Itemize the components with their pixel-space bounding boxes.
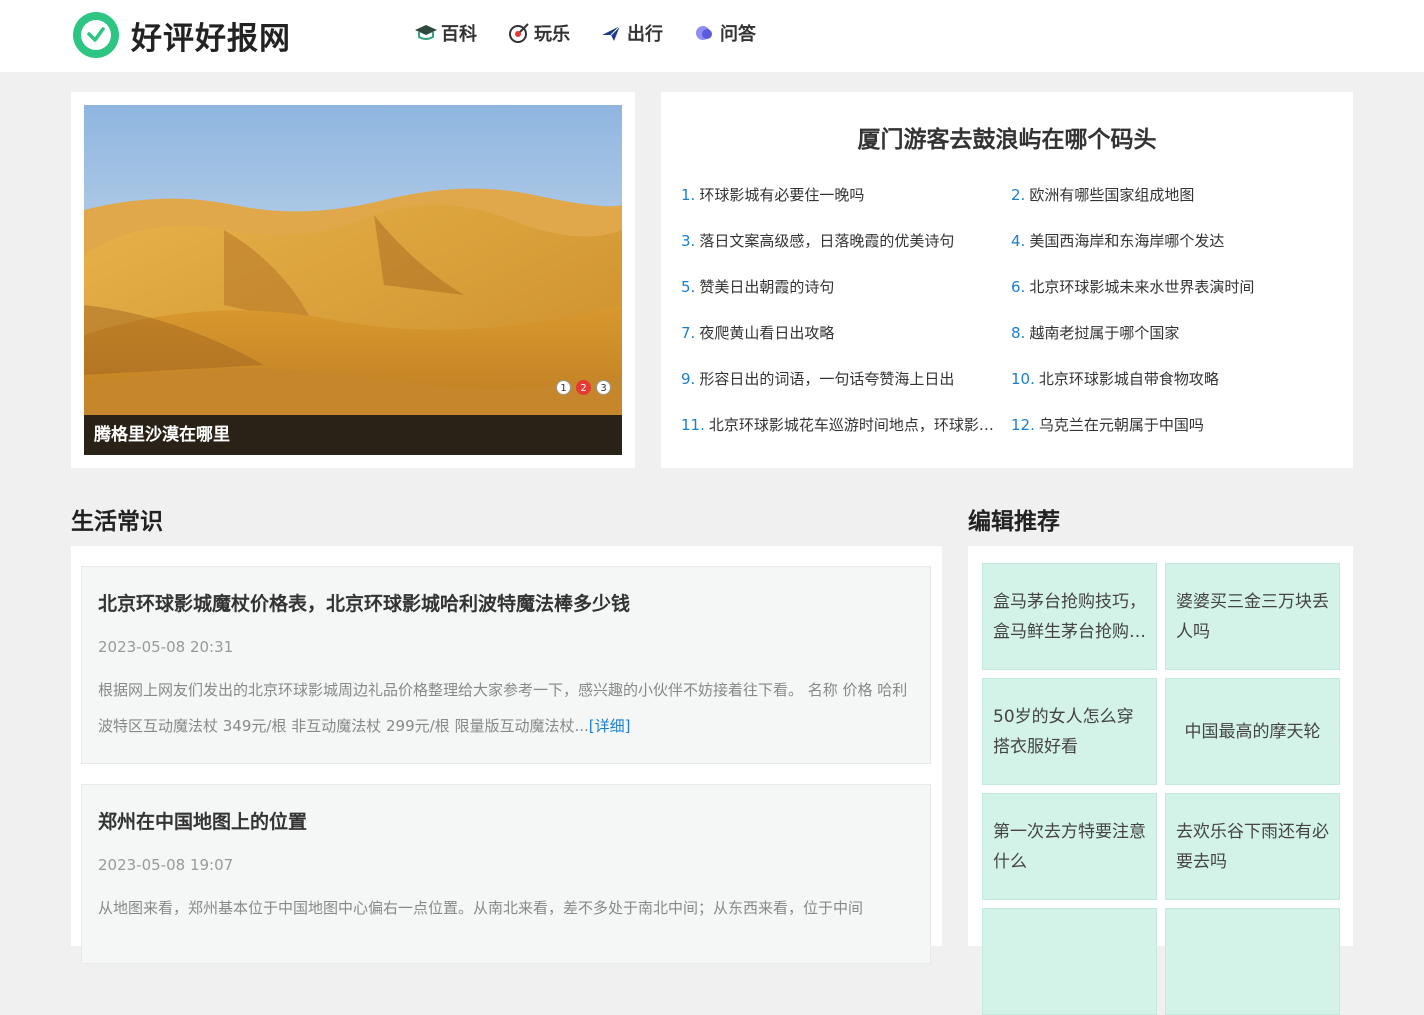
hot-item[interactable]: 7. 夜爬黄山看日出攻略 — [681, 322, 997, 344]
hot-item-number: 11. — [681, 416, 705, 434]
site-name: 好评好报网 — [131, 20, 291, 57]
main-nav: 百科 玩乐 出行 问答 — [414, 20, 786, 46]
recommend-card[interactable]: 第一次去方特要注意什么 — [982, 793, 1157, 900]
article-card: 郑州在中国地图上的位置 2023-05-08 19:07 从地图来看，郑州基本位… — [81, 784, 931, 964]
hot-item-text: 赞美日出朝霞的诗句 — [699, 278, 835, 296]
hot-topics-title[interactable]: 厦门游客去鼓浪屿在哪个码头 — [661, 120, 1353, 154]
nav-item-wanle[interactable]: 玩乐 — [507, 20, 570, 46]
nav-label-wanle: 玩乐 — [534, 24, 570, 45]
hot-item[interactable]: 11.北京环球影城花车巡游时间地点，环球影城花车巡游几点开始 — [681, 414, 997, 436]
article-date: 2023-05-08 19:07 — [98, 856, 234, 874]
article-card: 北京环球影城魔杖价格表，北京环球影城哈利波特魔法棒多少钱 2023-05-08 … — [81, 566, 931, 764]
target-icon — [509, 23, 529, 43]
article-date: 2023-05-08 20:31 — [98, 638, 234, 656]
article-summary-text: 根据网上网友们发出的北京环球影城周边礼品价格整理给大家参考一下，感兴趣的小伙伴不… — [98, 681, 908, 735]
hot-item-number: 4. — [1011, 232, 1026, 250]
hot-topics-panel: 厦门游客去鼓浪屿在哪个码头 1. 环球影城有必要住一晚吗 2. 欧洲有哪些国家组成地… — [661, 92, 1353, 468]
recommend-card[interactable] — [982, 908, 1157, 1015]
article-summary: 根据网上网友们发出的北京环球影城周边礼品价格整理给大家参考一下，感兴趣的小伙伴不… — [98, 672, 914, 744]
hot-item-number: 6. — [1011, 278, 1026, 296]
recommend-grid: 盒马茅台抢购技巧，盒马鲜生茅台抢购攻略 婆婆买三金三万块丢人吗 50岁的女人怎么… — [982, 563, 1340, 1015]
hot-item[interactable]: 12. 乌克兰在元朝属于中国吗 — [1011, 414, 1327, 436]
nav-label-baike: 百科 — [441, 24, 477, 45]
hot-item-number: 8. — [1011, 324, 1026, 342]
hot-item-text: 越南老挝属于哪个国家 — [1029, 324, 1180, 342]
recommend-card-text: 中国最高的摩天轮 — [1184, 721, 1321, 742]
hot-item[interactable]: 5. 赞美日出朝霞的诗句 — [681, 276, 997, 298]
hot-item-number: 9. — [681, 370, 696, 388]
hot-item[interactable]: 8. 越南老挝属于哪个国家 — [1011, 322, 1327, 344]
hot-item-number: 12. — [1011, 416, 1035, 434]
article-title[interactable]: 郑州在中国地图上的位置 — [98, 807, 914, 834]
hot-item-text: 环球影城有必要住一晚吗 — [699, 186, 865, 204]
recommend-card[interactable]: 中国最高的摩天轮 — [1165, 678, 1340, 785]
hot-item[interactable]: 4. 美国西海岸和东海岸哪个发达 — [1011, 230, 1327, 252]
recommend-card-text: 盒马茅台抢购技巧，盒马鲜生茅台抢购攻略 — [993, 591, 1146, 642]
article-summary: 从地图来看，郑州基本位于中国地图中心偏右一点位置。从南北来看，差不多处于南北中间… — [98, 890, 914, 926]
recommend-card-text: 去欢乐谷下雨还有必要去吗 — [1176, 821, 1329, 872]
hot-topics-list: 1. 环球影城有必要住一晚吗 2. 欧洲有哪些国家组成地图 3. 落日文案高级感，日落… — [681, 184, 1341, 436]
hot-item[interactable]: 6. 北京环球影城未来水世界表演时间 — [1011, 276, 1327, 298]
site-header: 好评好报网 百科 玩乐 出行 问答 — [0, 0, 1424, 72]
hot-item[interactable]: 1. 环球影城有必要住一晚吗 — [681, 184, 997, 206]
site-logo[interactable]: 好评好报网 — [73, 12, 291, 58]
recommend-card-text: 50岁的女人怎么穿搭衣服好看 — [993, 706, 1134, 757]
carousel-dot-1[interactable]: 1 — [556, 380, 571, 395]
carousel-caption[interactable]: 腾格里沙漠在哪里 — [84, 415, 622, 455]
hot-item[interactable]: 10. 北京环球影城自带食物攻略 — [1011, 368, 1327, 390]
hot-item-number: 1. — [681, 186, 696, 204]
chat-bubble-icon — [696, 26, 712, 40]
recommend-panel: 盒马茅台抢购技巧，盒马鲜生茅台抢购攻略 婆婆买三金三万块丢人吗 50岁的女人怎么… — [968, 546, 1353, 1015]
hot-item-text: 夜爬黄山看日出攻略 — [699, 324, 835, 342]
logo-check-icon — [73, 12, 119, 58]
article-title[interactable]: 北京环球影城魔杖价格表，北京环球影城哈利波特魔法棒多少钱 — [98, 589, 914, 616]
article-detail-link[interactable]: [详细] — [589, 717, 631, 735]
recommend-card-text: 婆婆买三金三万块丢人吗 — [1176, 591, 1329, 642]
recommend-card[interactable]: 50岁的女人怎么穿搭衣服好看 — [982, 678, 1157, 785]
nav-item-wenda[interactable]: 问答 — [693, 20, 756, 46]
plane-icon — [602, 25, 621, 41]
hot-item-number: 3. — [681, 232, 696, 250]
hot-item-text: 落日文案高级感，日落晚霞的优美诗句 — [699, 232, 955, 250]
life-section-title: 生活常识 — [71, 509, 163, 535]
hot-item[interactable]: 9. 形容日出的词语，一句话夸赞海上日出 — [681, 368, 997, 390]
hot-item-number: 5. — [681, 278, 696, 296]
hot-item-text: 欧洲有哪些国家组成地图 — [1029, 186, 1195, 204]
recommend-card[interactable]: 去欢乐谷下雨还有必要去吗 — [1165, 793, 1340, 900]
article-summary-text: 从地图来看，郑州基本位于中国地图中心偏右一点位置。从南北来看，差不多处于南北中间… — [98, 899, 864, 917]
recommend-card[interactable]: 盒马茅台抢购技巧，盒马鲜生茅台抢购攻略 — [982, 563, 1157, 670]
recommend-card-text: 第一次去方特要注意什么 — [993, 821, 1146, 872]
nav-label-wenda: 问答 — [720, 24, 756, 45]
hot-item-text: 北京环球影城未来水世界表演时间 — [1029, 278, 1255, 296]
hot-item-text: 乌克兰在元朝属于中国吗 — [1038, 416, 1204, 434]
hot-item-number: 2. — [1011, 186, 1026, 204]
hot-item-number: 7. — [681, 324, 696, 342]
nav-item-chuxing[interactable]: 出行 — [600, 20, 663, 46]
hot-item-text: 形容日出的词语，一句话夸赞海上日出 — [699, 370, 955, 388]
nav-item-baike[interactable]: 百科 — [414, 20, 477, 46]
carousel-dots: 1 2 3 — [551, 380, 611, 395]
carousel-image-desert[interactable]: 腾格里沙漠在哪里 — [84, 105, 622, 455]
life-articles-panel: 北京环球影城魔杖价格表，北京环球影城哈利波特魔法棒多少钱 2023-05-08 … — [71, 546, 942, 964]
hot-item-text: 北京环球影城自带食物攻略 — [1038, 370, 1219, 388]
hot-item[interactable]: 3. 落日文案高级感，日落晚霞的优美诗句 — [681, 230, 997, 252]
hot-item-text: 美国西海岸和东海岸哪个发达 — [1029, 232, 1225, 250]
hot-item[interactable]: 2. 欧洲有哪些国家组成地图 — [1011, 184, 1327, 206]
hot-item-number: 10. — [1011, 370, 1035, 388]
featured-carousel: 腾格里沙漠在哪里 1 2 3 — [71, 92, 635, 468]
graduation-cap-icon — [415, 25, 437, 40]
hot-item-text: 北京环球影城花车巡游时间地点，环球影城花车巡游几点开始 — [708, 416, 997, 434]
recommend-card[interactable]: 婆婆买三金三万块丢人吗 — [1165, 563, 1340, 670]
nav-label-chuxing: 出行 — [627, 24, 663, 45]
carousel-dot-2[interactable]: 2 — [576, 380, 591, 395]
desert-landscape-image — [84, 105, 622, 455]
recommend-section-title: 编辑推荐 — [968, 509, 1060, 535]
carousel-dot-3[interactable]: 3 — [596, 380, 611, 395]
recommend-card[interactable] — [1165, 908, 1340, 1015]
